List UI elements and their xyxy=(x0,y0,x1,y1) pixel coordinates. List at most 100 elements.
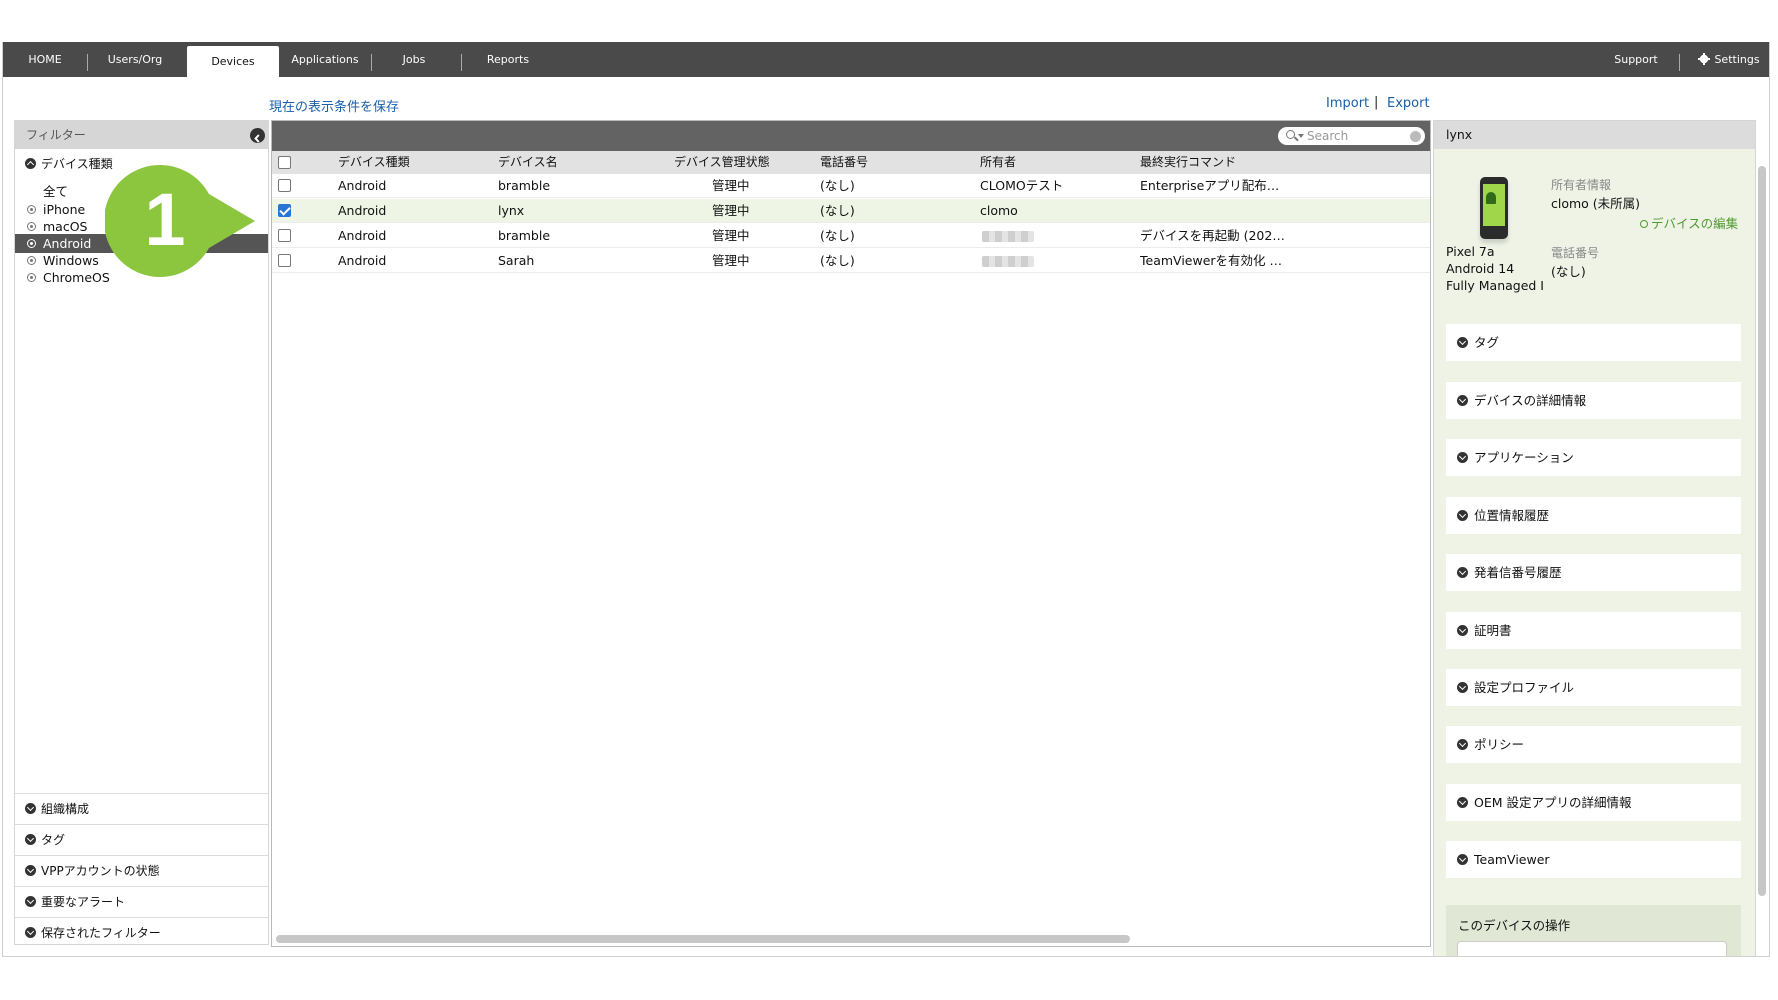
detail-section-oem-config[interactable]: OEM 設定アプリの詳細情報 xyxy=(1446,784,1741,821)
top-navigation: HOME Users/Org Devices Applications Jobs… xyxy=(3,42,1769,77)
section-label: 組織構成 xyxy=(41,802,90,816)
chevron-down-icon xyxy=(1457,395,1468,406)
cell-last-command: Enterpriseアプリ配布… xyxy=(1140,178,1280,193)
cell-device-type: Android xyxy=(338,228,387,243)
filter-header: フィルター xyxy=(15,121,268,149)
save-view-link[interactable]: 現在の表示条件を保存 xyxy=(269,96,399,115)
table-row[interactable]: Android bramble 管理中 (なし) デバイスを再起動 (202… xyxy=(272,224,1430,248)
cell-device-name: Sarah xyxy=(498,253,535,268)
search-input[interactable]: Search xyxy=(1278,127,1425,145)
column-last-command[interactable]: 最終実行コマンド xyxy=(1140,151,1236,174)
device-table-panel: Search デバイス種類 デバイス名 デバイス管理状態 電話番号 所有者 最終… xyxy=(271,120,1431,947)
cell-status: 管理中 xyxy=(712,228,750,243)
nav-settings[interactable]: Settings xyxy=(1691,42,1767,77)
chevron-up-icon xyxy=(25,158,36,169)
nav-home[interactable]: HOME xyxy=(13,42,77,77)
column-management-status[interactable]: デバイス管理状態 xyxy=(674,151,770,174)
owner-redacted xyxy=(982,256,1034,267)
export-link[interactable]: Export xyxy=(1387,96,1430,111)
clear-icon[interactable] xyxy=(1410,131,1421,142)
filter-option-label: 全て xyxy=(43,184,69,199)
row-checkbox[interactable] xyxy=(278,229,291,242)
nav-reports[interactable]: Reports xyxy=(473,42,543,77)
radio-icon xyxy=(27,273,36,282)
owner-info-label: 所有者情報 xyxy=(1551,178,1612,192)
chevron-down-icon xyxy=(1457,567,1468,578)
nav-devices[interactable]: Devices xyxy=(187,46,279,77)
table-row[interactable]: Android lynx 管理中 (なし) clomo xyxy=(272,199,1430,223)
nav-applications[interactable]: Applications xyxy=(285,42,365,77)
chevron-down-icon xyxy=(25,834,36,845)
nav-users-org[interactable]: Users/Org xyxy=(95,42,175,77)
nav-separator xyxy=(87,54,88,71)
vpp-account-section[interactable]: VPPアカウントの状態 xyxy=(15,855,268,885)
vertical-scrollbar[interactable] xyxy=(1758,166,1766,896)
critical-alerts-section[interactable]: 重要なアラート xyxy=(15,886,268,916)
table-header: デバイス種類 デバイス名 デバイス管理状態 電話番号 所有者 最終実行コマンド xyxy=(272,151,1430,174)
filter-option-label: Android xyxy=(43,236,92,251)
radio-icon xyxy=(27,256,36,265)
nav-support[interactable]: Support xyxy=(1603,42,1669,77)
cell-device-name: bramble xyxy=(498,178,551,193)
section-label: タグ xyxy=(1474,335,1500,350)
collapse-panel-icon[interactable] xyxy=(250,128,265,143)
row-checkbox[interactable] xyxy=(278,179,291,192)
nav-jobs[interactable]: Jobs xyxy=(389,42,439,77)
section-label: アプリケーション xyxy=(1474,450,1574,465)
phone-value: (なし) xyxy=(1551,264,1586,279)
radio-icon xyxy=(27,205,36,214)
filter-option-label: iPhone xyxy=(43,202,86,217)
table-row[interactable]: Android Sarah 管理中 (なし) TeamViewerを有効化 … xyxy=(272,249,1430,273)
device-mode: Fully Managed I xyxy=(1446,278,1544,293)
cell-owner: CLOMOテスト xyxy=(980,178,1064,193)
table-row[interactable]: Android bramble 管理中 (なし) CLOMOテスト Enterp… xyxy=(272,174,1430,198)
saved-filters-section[interactable]: 保存されたフィルター xyxy=(15,917,268,947)
link-separator: | xyxy=(1374,95,1379,110)
cell-status: 管理中 xyxy=(712,203,750,218)
device-detail-panel: lynx 所有者情報 clomo (未所属) デバイスの編集 電話番号 (なし)… xyxy=(1433,120,1756,956)
cell-device-name: lynx xyxy=(498,203,525,218)
select-all-checkbox[interactable] xyxy=(278,156,291,169)
chevron-down-icon xyxy=(1457,739,1468,750)
radio-icon xyxy=(27,222,36,231)
filter-option-label: ChromeOS xyxy=(43,270,110,285)
import-link[interactable]: Import xyxy=(1326,96,1369,111)
detail-section-applications[interactable]: アプリケーション xyxy=(1446,439,1741,476)
gear-icon xyxy=(1698,53,1711,65)
column-device-type[interactable]: デバイス種類 xyxy=(338,151,410,174)
row-checkbox[interactable] xyxy=(278,204,291,217)
detail-section-config-profiles[interactable]: 設定プロファイル xyxy=(1446,669,1741,706)
cell-status: 管理中 xyxy=(712,253,750,268)
device-operations-select[interactable] xyxy=(1457,941,1727,956)
table-toolbar: Search xyxy=(272,121,1430,151)
edit-device-link[interactable]: デバイスの編集 xyxy=(1640,213,1738,232)
section-label: 重要なアラート xyxy=(41,895,126,909)
device-model: Pixel 7a xyxy=(1446,244,1495,259)
nav-separator xyxy=(371,54,372,71)
chevron-down-icon xyxy=(1457,854,1468,865)
detail-section-location-history[interactable]: 位置情報履歴 xyxy=(1446,497,1741,534)
search-placeholder: Search xyxy=(1307,129,1349,143)
nav-separator xyxy=(461,54,462,71)
detail-section-call-history[interactable]: 発着信番号履歴 xyxy=(1446,554,1741,591)
cell-device-type: Android xyxy=(338,178,387,193)
horizontal-scrollbar[interactable] xyxy=(276,935,1130,943)
cell-last-command: TeamViewerを有効化 … xyxy=(1140,253,1283,268)
detail-section-device-info[interactable]: デバイスの詳細情報 xyxy=(1446,382,1741,419)
detail-section-policy[interactable]: ポリシー xyxy=(1446,726,1741,763)
column-owner[interactable]: 所有者 xyxy=(980,151,1016,174)
owner-redacted xyxy=(982,231,1034,242)
detail-header: lynx xyxy=(1434,121,1755,149)
settings-label: Settings xyxy=(1714,53,1760,66)
chevron-down-icon xyxy=(1457,337,1468,348)
tag-section[interactable]: タグ xyxy=(15,824,268,854)
detail-section-tag[interactable]: タグ xyxy=(1446,324,1741,361)
detail-section-teamviewer[interactable]: TeamViewer xyxy=(1446,841,1741,878)
column-phone-number[interactable]: 電話番号 xyxy=(820,151,868,174)
org-structure-section[interactable]: 組織構成 xyxy=(15,793,268,823)
detail-section-certificates[interactable]: 証明書 xyxy=(1446,612,1741,649)
column-device-name[interactable]: デバイス名 xyxy=(498,151,558,174)
row-checkbox[interactable] xyxy=(278,254,291,267)
chevron-down-icon xyxy=(1298,134,1304,138)
chevron-down-icon xyxy=(1457,797,1468,808)
